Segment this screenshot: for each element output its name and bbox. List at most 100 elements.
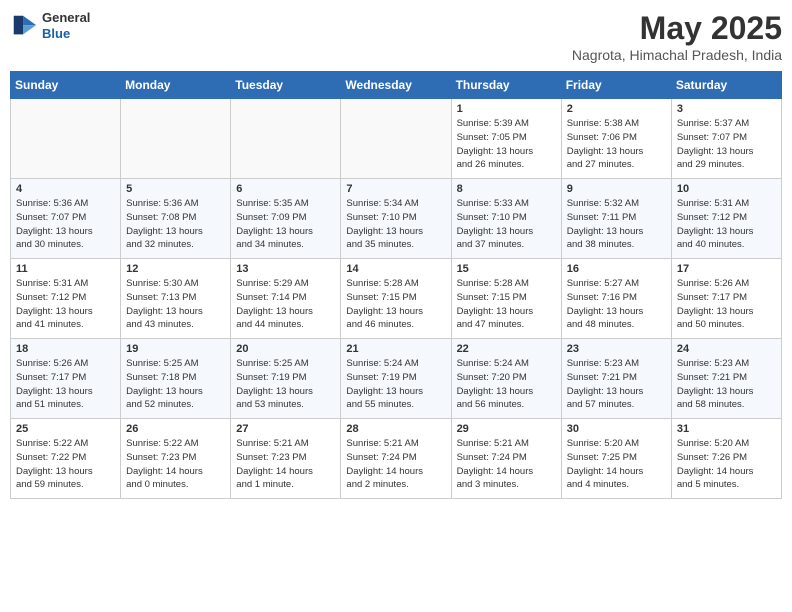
calendar-cell: 17 Sunrise: 5:26 AM Sunset: 7:17 PM Dayli… [671,259,781,339]
calendar-cell: 30 Sunrise: 5:20 AM Sunset: 7:25 PM Dayli… [561,419,671,499]
day-info: Sunrise: 5:39 AM Sunset: 7:05 PM Dayligh… [457,117,556,172]
day-info: Sunrise: 5:36 AM Sunset: 7:08 PM Dayligh… [126,197,225,252]
day-info: Sunrise: 5:21 AM Sunset: 7:24 PM Dayligh… [346,437,445,492]
calendar-cell: 26 Sunrise: 5:22 AM Sunset: 7:23 PM Dayli… [121,419,231,499]
day-info: Sunrise: 5:37 AM Sunset: 7:07 PM Dayligh… [677,117,776,172]
calendar-cell: 23Sunrise: 5:23 AM Sunset: 7:21 PM Dayli… [561,339,671,419]
day-info: Sunrise: 5:33 AM Sunset: 7:10 PM Dayligh… [457,197,556,252]
location: Nagrota, Himachal Pradesh, India [572,47,782,63]
weekday-header: Saturday [671,72,781,99]
day-number: 10 [677,183,776,195]
day-number: 17 [677,263,776,275]
day-number: 12 [126,263,225,275]
day-number: 31 [677,423,776,435]
calendar-cell [341,99,451,179]
day-number: 22 [457,343,556,355]
day-info: Sunrise: 5:24 AM Sunset: 7:19 PM Dayligh… [346,357,445,412]
day-number: 20 [236,343,335,355]
day-info: Sunrise: 5:28 AM Sunset: 7:15 PM Dayligh… [457,277,556,332]
day-info: Sunrise: 5:34 AM Sunset: 7:10 PM Dayligh… [346,197,445,252]
day-info: Sunrise: 5:23 AM Sunset: 7:21 PM Dayligh… [677,357,776,412]
calendar-cell: 28 Sunrise: 5:21 AM Sunset: 7:24 PM Dayli… [341,419,451,499]
day-number: 28 [346,423,445,435]
day-info: Sunrise: 5:21 AM Sunset: 7:23 PM Dayligh… [236,437,335,492]
day-info: Sunrise: 5:29 AM Sunset: 7:14 PM Dayligh… [236,277,335,332]
title-block: May 2025 Nagrota, Himachal Pradesh, Indi… [572,10,782,63]
calendar-cell: 14Sunrise: 5:28 AM Sunset: 7:15 PM Dayli… [341,259,451,339]
calendar-cell: 7Sunrise: 5:34 AM Sunset: 7:10 PM Daylig… [341,179,451,259]
day-number: 24 [677,343,776,355]
weekday-header-row: SundayMondayTuesdayWednesdayThursdayFrid… [11,72,782,99]
calendar-week-row: 4 Sunrise: 5:36 AM Sunset: 7:07 PM Daylig… [11,179,782,259]
month-title: May 2025 [572,10,782,47]
calendar-cell: 29 Sunrise: 5:21 AM Sunset: 7:24 PM Dayli… [451,419,561,499]
calendar-cell: 13 Sunrise: 5:29 AM Sunset: 7:14 PM Dayli… [231,259,341,339]
calendar-cell: 20 Sunrise: 5:25 AM Sunset: 7:19 PM Dayli… [231,339,341,419]
day-number: 26 [126,423,225,435]
day-info: Sunrise: 5:27 AM Sunset: 7:16 PM Dayligh… [567,277,666,332]
day-info: Sunrise: 5:30 AM Sunset: 7:13 PM Dayligh… [126,277,225,332]
day-info: Sunrise: 5:25 AM Sunset: 7:19 PM Dayligh… [236,357,335,412]
calendar-cell: 4 Sunrise: 5:36 AM Sunset: 7:07 PM Daylig… [11,179,121,259]
calendar-week-row: 18Sunrise: 5:26 AM Sunset: 7:17 PM Dayli… [11,339,782,419]
calendar-cell [11,99,121,179]
day-number: 9 [567,183,666,195]
day-info: Sunrise: 5:28 AM Sunset: 7:15 PM Dayligh… [346,277,445,332]
page-header: General Blue May 2025 Nagrota, Himachal … [10,10,782,63]
day-number: 29 [457,423,556,435]
weekday-header: Friday [561,72,671,99]
day-number: 21 [346,343,445,355]
weekday-header: Wednesday [341,72,451,99]
day-info: Sunrise: 5:23 AM Sunset: 7:21 PM Dayligh… [567,357,666,412]
day-number: 30 [567,423,666,435]
calendar-cell: 27 Sunrise: 5:21 AM Sunset: 7:23 PM Dayli… [231,419,341,499]
day-number: 11 [16,263,115,275]
calendar-cell: 5 Sunrise: 5:36 AM Sunset: 7:08 PM Daylig… [121,179,231,259]
day-info: Sunrise: 5:31 AM Sunset: 7:12 PM Dayligh… [16,277,115,332]
day-number: 13 [236,263,335,275]
day-number: 6 [236,183,335,195]
day-number: 27 [236,423,335,435]
calendar-cell: 12 Sunrise: 5:30 AM Sunset: 7:13 PM Dayli… [121,259,231,339]
calendar-cell [121,99,231,179]
day-info: Sunrise: 5:36 AM Sunset: 7:07 PM Dayligh… [16,197,115,252]
calendar-cell [231,99,341,179]
calendar-cell: 24 Sunrise: 5:23 AM Sunset: 7:21 PM Dayli… [671,339,781,419]
day-info: Sunrise: 5:25 AM Sunset: 7:18 PM Dayligh… [126,357,225,412]
day-info: Sunrise: 5:20 AM Sunset: 7:26 PM Dayligh… [677,437,776,492]
calendar-cell: 8Sunrise: 5:33 AM Sunset: 7:10 PM Daylig… [451,179,561,259]
calendar-cell: 3Sunrise: 5:37 AM Sunset: 7:07 PM Daylig… [671,99,781,179]
day-info: Sunrise: 5:21 AM Sunset: 7:24 PM Dayligh… [457,437,556,492]
day-info: Sunrise: 5:35 AM Sunset: 7:09 PM Dayligh… [236,197,335,252]
calendar-cell: 25Sunrise: 5:22 AM Sunset: 7:22 PM Dayli… [11,419,121,499]
logo-general: General [42,10,90,26]
logo-icon [10,12,38,40]
calendar-cell: 1Sunrise: 5:39 AM Sunset: 7:05 PM Daylig… [451,99,561,179]
day-info: Sunrise: 5:26 AM Sunset: 7:17 PM Dayligh… [677,277,776,332]
day-number: 19 [126,343,225,355]
day-number: 4 [16,183,115,195]
logo-blue: Blue [42,26,90,42]
calendar-cell: 6 Sunrise: 5:35 AM Sunset: 7:09 PM Daylig… [231,179,341,259]
day-info: Sunrise: 5:22 AM Sunset: 7:23 PM Dayligh… [126,437,225,492]
day-info: Sunrise: 5:32 AM Sunset: 7:11 PM Dayligh… [567,197,666,252]
logo-text: General Blue [42,10,90,41]
calendar-week-row: 25Sunrise: 5:22 AM Sunset: 7:22 PM Dayli… [11,419,782,499]
day-number: 25 [16,423,115,435]
calendar-cell: 10Sunrise: 5:31 AM Sunset: 7:12 PM Dayli… [671,179,781,259]
calendar-cell: 31 Sunrise: 5:20 AM Sunset: 7:26 PM Dayli… [671,419,781,499]
weekday-header: Sunday [11,72,121,99]
day-info: Sunrise: 5:20 AM Sunset: 7:25 PM Dayligh… [567,437,666,492]
weekday-header: Monday [121,72,231,99]
day-number: 5 [126,183,225,195]
day-info: Sunrise: 5:38 AM Sunset: 7:06 PM Dayligh… [567,117,666,172]
calendar-cell: 9 Sunrise: 5:32 AM Sunset: 7:11 PM Daylig… [561,179,671,259]
weekday-header: Thursday [451,72,561,99]
calendar-cell: 18Sunrise: 5:26 AM Sunset: 7:17 PM Dayli… [11,339,121,419]
day-number: 2 [567,103,666,115]
calendar-week-row: 11 Sunrise: 5:31 AM Sunset: 7:12 PM Dayli… [11,259,782,339]
calendar: SundayMondayTuesdayWednesdayThursdayFrid… [10,71,782,499]
weekday-header: Tuesday [231,72,341,99]
calendar-cell: 11 Sunrise: 5:31 AM Sunset: 7:12 PM Dayli… [11,259,121,339]
day-number: 15 [457,263,556,275]
